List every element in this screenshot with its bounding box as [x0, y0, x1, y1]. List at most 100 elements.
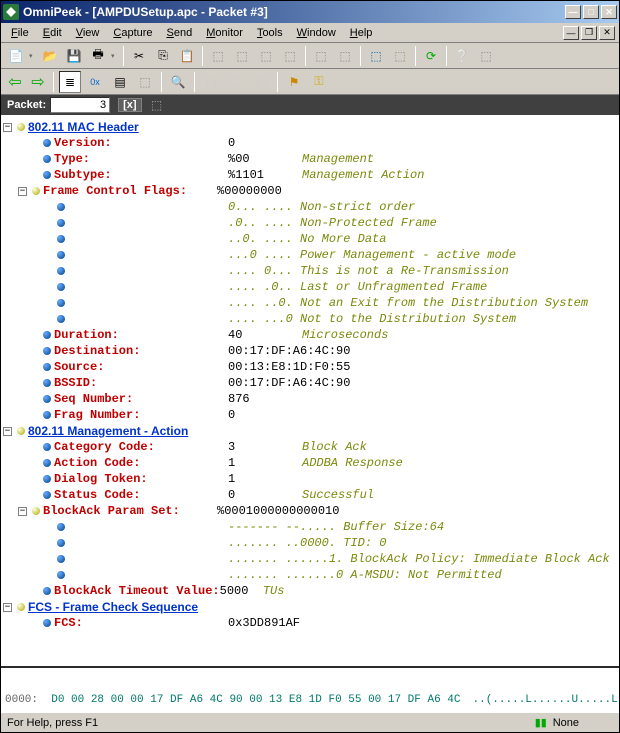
- view-hex-icon[interactable]: 0x: [84, 71, 106, 93]
- field-bullet-icon: [43, 411, 51, 419]
- field-seqnum-value: 876: [228, 392, 302, 406]
- bit-value: .... ...0 Not to the Distribution System: [228, 312, 516, 326]
- field-bssid-value: 00:17:DF:A6:4C:90: [228, 376, 350, 390]
- status-bar: For Help, press F1 ▮▮ None: [1, 712, 619, 732]
- mdi-minimize[interactable]: —: [563, 26, 579, 40]
- tool-a-icon[interactable]: ⬚: [207, 45, 229, 67]
- field-catcode-value: 3: [228, 440, 302, 454]
- bit-bullet-icon: [57, 299, 65, 307]
- expander-mgmt[interactable]: −: [3, 427, 12, 436]
- bit-value: ....... ..0000. TID: 0: [228, 536, 386, 550]
- hex-pane[interactable]: 0000: D0 00 28 00 00 17 DF A6 4C 90 00 1…: [1, 666, 619, 712]
- title-bar: OmniPeek - [AMPDUSetup.apc - Packet #3] …: [1, 1, 619, 23]
- save-icon[interactable]: 💾: [63, 45, 85, 67]
- field-actcode-label: Action Code:: [54, 456, 228, 470]
- forward-icon[interactable]: ⇨: [28, 72, 48, 92]
- packet-number-input[interactable]: [50, 97, 110, 113]
- bit-value: ..0. .... No More Data: [228, 232, 386, 246]
- bit-bullet-icon: [57, 235, 65, 243]
- menu-file[interactable]: File: [5, 25, 35, 41]
- view-tree-icon[interactable]: ▤: [109, 71, 131, 93]
- bit-value: ...0 .... Power Management - active mode: [228, 248, 516, 262]
- window-controls: — □ ✕: [565, 5, 617, 19]
- bit-value: .... ..0. Not an Exit from the Distribut…: [228, 296, 588, 310]
- field-status-desc: Successful: [302, 488, 374, 502]
- tool-f-icon[interactable]: ⬚: [334, 45, 356, 67]
- field-duration-value: 40: [228, 328, 302, 342]
- open-icon[interactable]: 📂: [39, 45, 61, 67]
- close-button[interactable]: ✕: [601, 5, 617, 19]
- bit-bullet-icon: [57, 267, 65, 275]
- back-icon[interactable]: ⇦: [5, 72, 25, 92]
- menu-capture[interactable]: Capture: [107, 25, 158, 41]
- menu-bar: File Edit View Capture Send Monitor Tool…: [1, 23, 619, 43]
- copy-icon[interactable]: ⎘: [152, 45, 174, 67]
- view-opt-icon[interactable]: ⬚: [134, 71, 156, 93]
- field-bullet-icon: [43, 459, 51, 467]
- maximize-button[interactable]: □: [583, 5, 599, 19]
- status-adapter-text: None: [553, 717, 579, 729]
- nav-b-icon[interactable]: ⬚: [225, 71, 247, 93]
- field-bullet-icon: [43, 443, 51, 451]
- field-version-label: Version:: [54, 136, 228, 150]
- tool-d-icon[interactable]: ⬚: [279, 45, 301, 67]
- menu-edit[interactable]: Edit: [37, 25, 68, 41]
- tool-h-icon[interactable]: ⬚: [389, 45, 411, 67]
- packet-close-button[interactable]: [x]: [118, 98, 141, 112]
- paste-icon[interactable]: 📋: [176, 45, 198, 67]
- minimize-button[interactable]: —: [565, 5, 581, 19]
- help-icon[interactable]: ❔: [451, 45, 473, 67]
- zoom-icon[interactable]: 🔍: [167, 71, 189, 93]
- bit-value: ....... .......0 A-MSDU: Not Permitted: [228, 568, 502, 582]
- field-source-label: Source:: [54, 360, 228, 374]
- mdi-close[interactable]: ✕: [599, 26, 615, 40]
- key-icon[interactable]: ⚿: [308, 71, 330, 93]
- section-bullet-icon: [17, 123, 25, 131]
- nav-a-icon[interactable]: ⬚: [200, 71, 222, 93]
- section-bullet-icon: [17, 603, 25, 611]
- bit-value: .... 0... This is not a Re-Transmission: [228, 264, 509, 278]
- bit-bullet-icon: [57, 219, 65, 227]
- menu-tools[interactable]: Tools: [251, 25, 289, 41]
- tool-e-icon[interactable]: ⬚: [310, 45, 332, 67]
- cut-icon[interactable]: ✂: [128, 45, 150, 67]
- expander-fcs[interactable]: −: [3, 603, 12, 612]
- tool-b-icon[interactable]: ⬚: [231, 45, 253, 67]
- section-mac-header[interactable]: 802.11 MAC Header: [28, 120, 139, 134]
- bit-bullet-icon: [57, 539, 65, 547]
- section-mgmt-action[interactable]: 802.11 Management - Action: [28, 424, 188, 438]
- tool-i-icon[interactable]: ⬚: [475, 45, 497, 67]
- bit-bullet-icon: [57, 283, 65, 291]
- tool-g-icon[interactable]: ⬚: [365, 45, 387, 67]
- expander-baps[interactable]: −: [18, 507, 27, 516]
- menu-send[interactable]: Send: [161, 25, 199, 41]
- flag-icon[interactable]: ⚑: [283, 71, 305, 93]
- new-icon[interactable]: 📄: [5, 45, 27, 67]
- menu-help[interactable]: Help: [344, 25, 379, 41]
- menu-monitor[interactable]: Monitor: [200, 25, 249, 41]
- field-status-label: Status Code:: [54, 488, 228, 502]
- mdi-restore[interactable]: ❐: [581, 26, 597, 40]
- view-list-icon[interactable]: ≣: [59, 71, 81, 93]
- tool-c-icon[interactable]: ⬚: [255, 45, 277, 67]
- bit-bullet-icon: [57, 523, 65, 531]
- section-bullet-icon: [17, 427, 25, 435]
- nav-c-icon[interactable]: ⬚: [250, 71, 272, 93]
- field-baps-label: BlockAck Param Set:: [43, 504, 217, 518]
- section-fcs[interactable]: FCS - Frame Check Sequence: [28, 600, 198, 614]
- bit-bullet-icon: [57, 571, 65, 579]
- field-bssid-label: BSSID:: [54, 376, 228, 390]
- expander-fcf[interactable]: −: [18, 187, 27, 196]
- field-destination-label: Destination:: [54, 344, 228, 358]
- decode-tree[interactable]: − 802.11 MAC Header Version: 0 Type: %00…: [1, 115, 619, 666]
- expander-mac[interactable]: −: [3, 123, 12, 132]
- field-seqnum-label: Seq Number:: [54, 392, 228, 406]
- refresh-icon[interactable]: ⟳: [420, 45, 442, 67]
- menu-view[interactable]: View: [70, 25, 106, 41]
- field-bullet-icon: [43, 619, 51, 627]
- packet-opt-icon[interactable]: ⬚: [146, 94, 168, 116]
- field-bullet-icon: [43, 395, 51, 403]
- bit-bullet-icon: [57, 315, 65, 323]
- print-icon[interactable]: 🖶: [87, 45, 109, 67]
- menu-window[interactable]: Window: [291, 25, 342, 41]
